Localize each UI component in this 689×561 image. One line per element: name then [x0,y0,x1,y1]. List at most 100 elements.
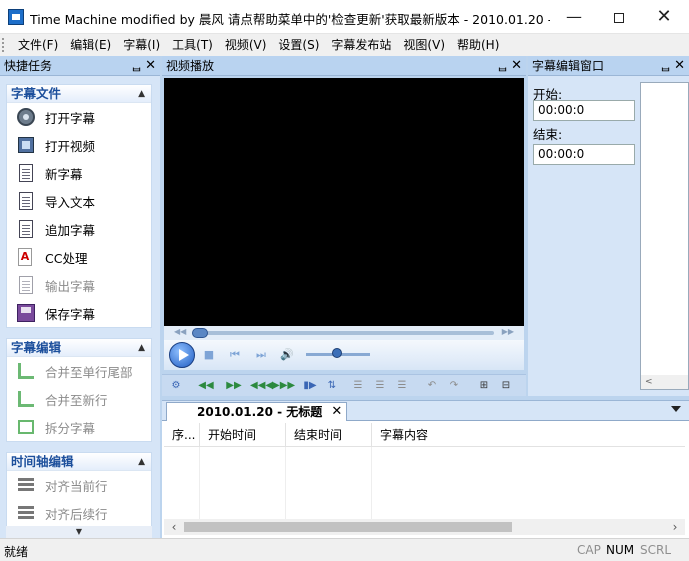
menu-edit[interactable]: 编辑(E) [64,35,117,55]
insert-row-icon[interactable]: ⊞ [476,378,492,394]
playback-controls: ■ ⏮ ⏭ 🔊 [164,340,524,370]
tasks-scroll-down[interactable]: ▼ [6,526,152,538]
video-screen[interactable] [164,78,524,326]
list-icon[interactable]: ☰ [350,378,366,394]
swap-icon[interactable]: ⇅ [324,378,340,394]
task-append-subtitle[interactable]: 追加字幕 [7,215,151,243]
num-indicator: NUM [606,543,635,557]
column-end-time[interactable]: 结束时间 [286,423,372,447]
task-label: 合并至新行 [45,392,108,408]
menubar-grip[interactable] [2,38,8,52]
seek-bar[interactable]: ◀◀ ▶▶ [164,326,524,340]
collapse-icon[interactable]: ▲ [138,339,145,357]
task-cc-process[interactable]: A CC处理 [7,243,151,271]
subtitle-text-area[interactable]: < [640,82,689,390]
collapse-icon[interactable]: ▲ [138,453,145,471]
next-icon[interactable]: ⏭ [254,348,268,362]
task-export-subtitle[interactable]: 输出字幕 [7,271,151,299]
menu-bar: 文件(F) 编辑(E) 字幕(I) 工具(T) 视频(V) 设置(S) 字幕发布… [0,34,689,56]
stop-icon[interactable]: ■ [202,348,216,362]
task-merge-to-new-line[interactable]: 合并至新行 [7,385,151,413]
menu-settings[interactable]: 设置(S) [272,35,325,55]
column-subtitle-content[interactable]: 字幕内容 [372,423,685,447]
seek-thumb[interactable] [192,328,208,338]
close-icon[interactable]: ✕ [674,56,685,76]
pin-icon[interactable]: ᆸ [131,56,142,76]
export-subtitle-icon [15,274,37,296]
column-start-time[interactable]: 开始时间 [200,423,286,447]
start-time-field[interactable]: 00:00:0 [533,100,635,121]
undo-icon[interactable]: ↶ [424,378,440,394]
minimize-button[interactable]: — [551,0,597,34]
delete-row-icon[interactable]: ⊟ [498,378,514,394]
close-icon[interactable]: ✕ [331,403,342,421]
play-button[interactable] [169,342,195,368]
settings-icon[interactable]: ⚙ [168,378,184,394]
end-time-field[interactable]: 00:00:0 [533,144,635,165]
subtitle-editor-title: 字幕编辑窗口 ᆸ ✕ [528,56,689,76]
task-align-current-line[interactable]: 对齐当前行 [7,471,151,499]
step-forward-icon[interactable]: ▶▶▶ [272,378,295,394]
merge-new-line-icon [15,388,37,410]
seek-forward-icon[interactable]: ▶▶ [502,327,514,336]
task-label: 拆分字幕 [45,420,96,436]
menu-video[interactable]: 视频(V) [219,35,273,55]
subtitle-text-scrollbar[interactable]: < [641,375,688,389]
horizontal-scrollbar[interactable]: ‹ › [164,519,685,535]
menu-publish-site[interactable]: 字幕发布站 [325,35,397,55]
task-split-subtitle[interactable]: 拆分字幕 [7,413,151,441]
menu-help[interactable]: 帮助(H) [451,35,505,55]
mark-start-icon[interactable]: ▮▶ [302,378,318,394]
fast-forward-icon[interactable]: ▶▶ [226,378,242,394]
task-label: 打开字幕 [45,110,96,126]
menu-file[interactable]: 文件(F) [12,35,64,55]
rewind-icon[interactable]: ◀◀ [198,378,214,394]
task-label: CC处理 [45,250,88,266]
redo-icon[interactable]: ↷ [446,378,462,394]
seek-back-icon[interactable]: ◀◀ [174,327,186,336]
collapse-icon[interactable]: ▲ [138,85,145,103]
scrollbar-thumb[interactable] [184,522,512,532]
task-merge-to-line-end[interactable]: 合并至单行尾部 [7,357,151,385]
pin-icon[interactable]: ᆸ [497,56,508,76]
task-open-video[interactable]: 打开视频 [7,131,151,159]
document-tab-label: 2010.01.20 - 无标题 [197,405,323,419]
step-back-icon[interactable]: ◀◀◀ [250,378,273,394]
volume-thumb[interactable] [332,348,342,358]
menu-subtitle[interactable]: 字幕(I) [117,35,166,55]
close-icon[interactable]: ✕ [145,56,156,76]
close-icon[interactable]: ✕ [511,56,522,76]
task-label: 新字幕 [45,166,83,182]
task-open-subtitle[interactable]: 打开字幕 [7,103,151,131]
group-header-timeline-edit[interactable]: 时间轴编辑 ▲ [7,453,151,471]
task-import-text[interactable]: 导入文本 [7,187,151,215]
pin-icon[interactable]: ᆸ [660,56,671,76]
group-header-subtitle-edit[interactable]: 字幕编辑 ▲ [7,339,151,357]
new-document-icon [15,162,37,184]
tasks-panel: 字幕文件 ▲ 打开字幕 打开视频 新字幕 导入文本 追加字幕 A CC处理 输出… [0,76,160,538]
task-align-following-lines[interactable]: 对齐后续行 [7,499,151,527]
scroll-right-icon[interactable]: › [667,519,683,535]
menu-tools[interactable]: 工具(T) [166,35,219,55]
list-remove-icon[interactable]: ☰ [394,378,410,394]
document-tab[interactable]: 2010.01.20 - 无标题 ✕ [166,402,348,421]
close-button[interactable]: ✕ [641,0,687,34]
table-body[interactable] [164,447,685,519]
column-index[interactable]: 序... [164,423,200,447]
seek-track[interactable] [194,331,494,335]
task-new-subtitle[interactable]: 新字幕 [7,159,151,187]
scrl-indicator: SCRL [640,543,672,557]
group-header-subtitle-file[interactable]: 字幕文件 ▲ [7,85,151,103]
list-add-icon[interactable]: ☰ [372,378,388,394]
volume-icon[interactable]: 🔊 [280,348,294,362]
tab-dropdown-icon[interactable] [671,406,681,412]
task-save-subtitle[interactable]: 保存字幕 [7,299,151,327]
maximize-button[interactable] [596,0,642,34]
subtitle-editor-label: 字幕编辑窗口 [532,59,605,73]
scroll-left-icon[interactable]: ‹ [166,519,182,535]
previous-icon[interactable]: ⏮ [228,348,242,362]
status-text: 就绪 [4,545,29,559]
menu-view[interactable]: 视图(V) [397,35,451,55]
subtitle-table: 序... 开始时间 结束时间 字幕内容 [164,423,685,519]
task-label: 对齐后续行 [45,506,108,522]
